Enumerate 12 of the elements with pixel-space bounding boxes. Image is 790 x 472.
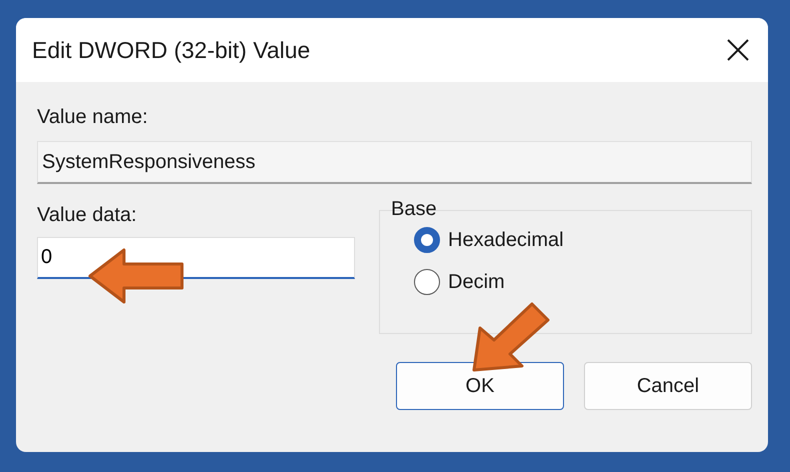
radio-button[interactable]	[414, 269, 440, 295]
value-name-field[interactable]: SystemResponsiveness	[37, 141, 752, 184]
dialog-button[interactable]: OK	[396, 362, 564, 410]
radio-label: Decim	[448, 270, 505, 294]
close-icon[interactable]	[726, 38, 750, 62]
base-label: Base	[391, 198, 437, 221]
window-title: Edit DWORD (32-bit) Value	[32, 36, 310, 64]
value-data-label: Value data:	[37, 204, 137, 227]
dialog-button[interactable]: Cancel	[584, 362, 752, 410]
radio-button[interactable]	[414, 227, 440, 253]
value-name-label: Value name:	[37, 106, 148, 129]
radio-label: Hexadecimal	[448, 228, 564, 252]
